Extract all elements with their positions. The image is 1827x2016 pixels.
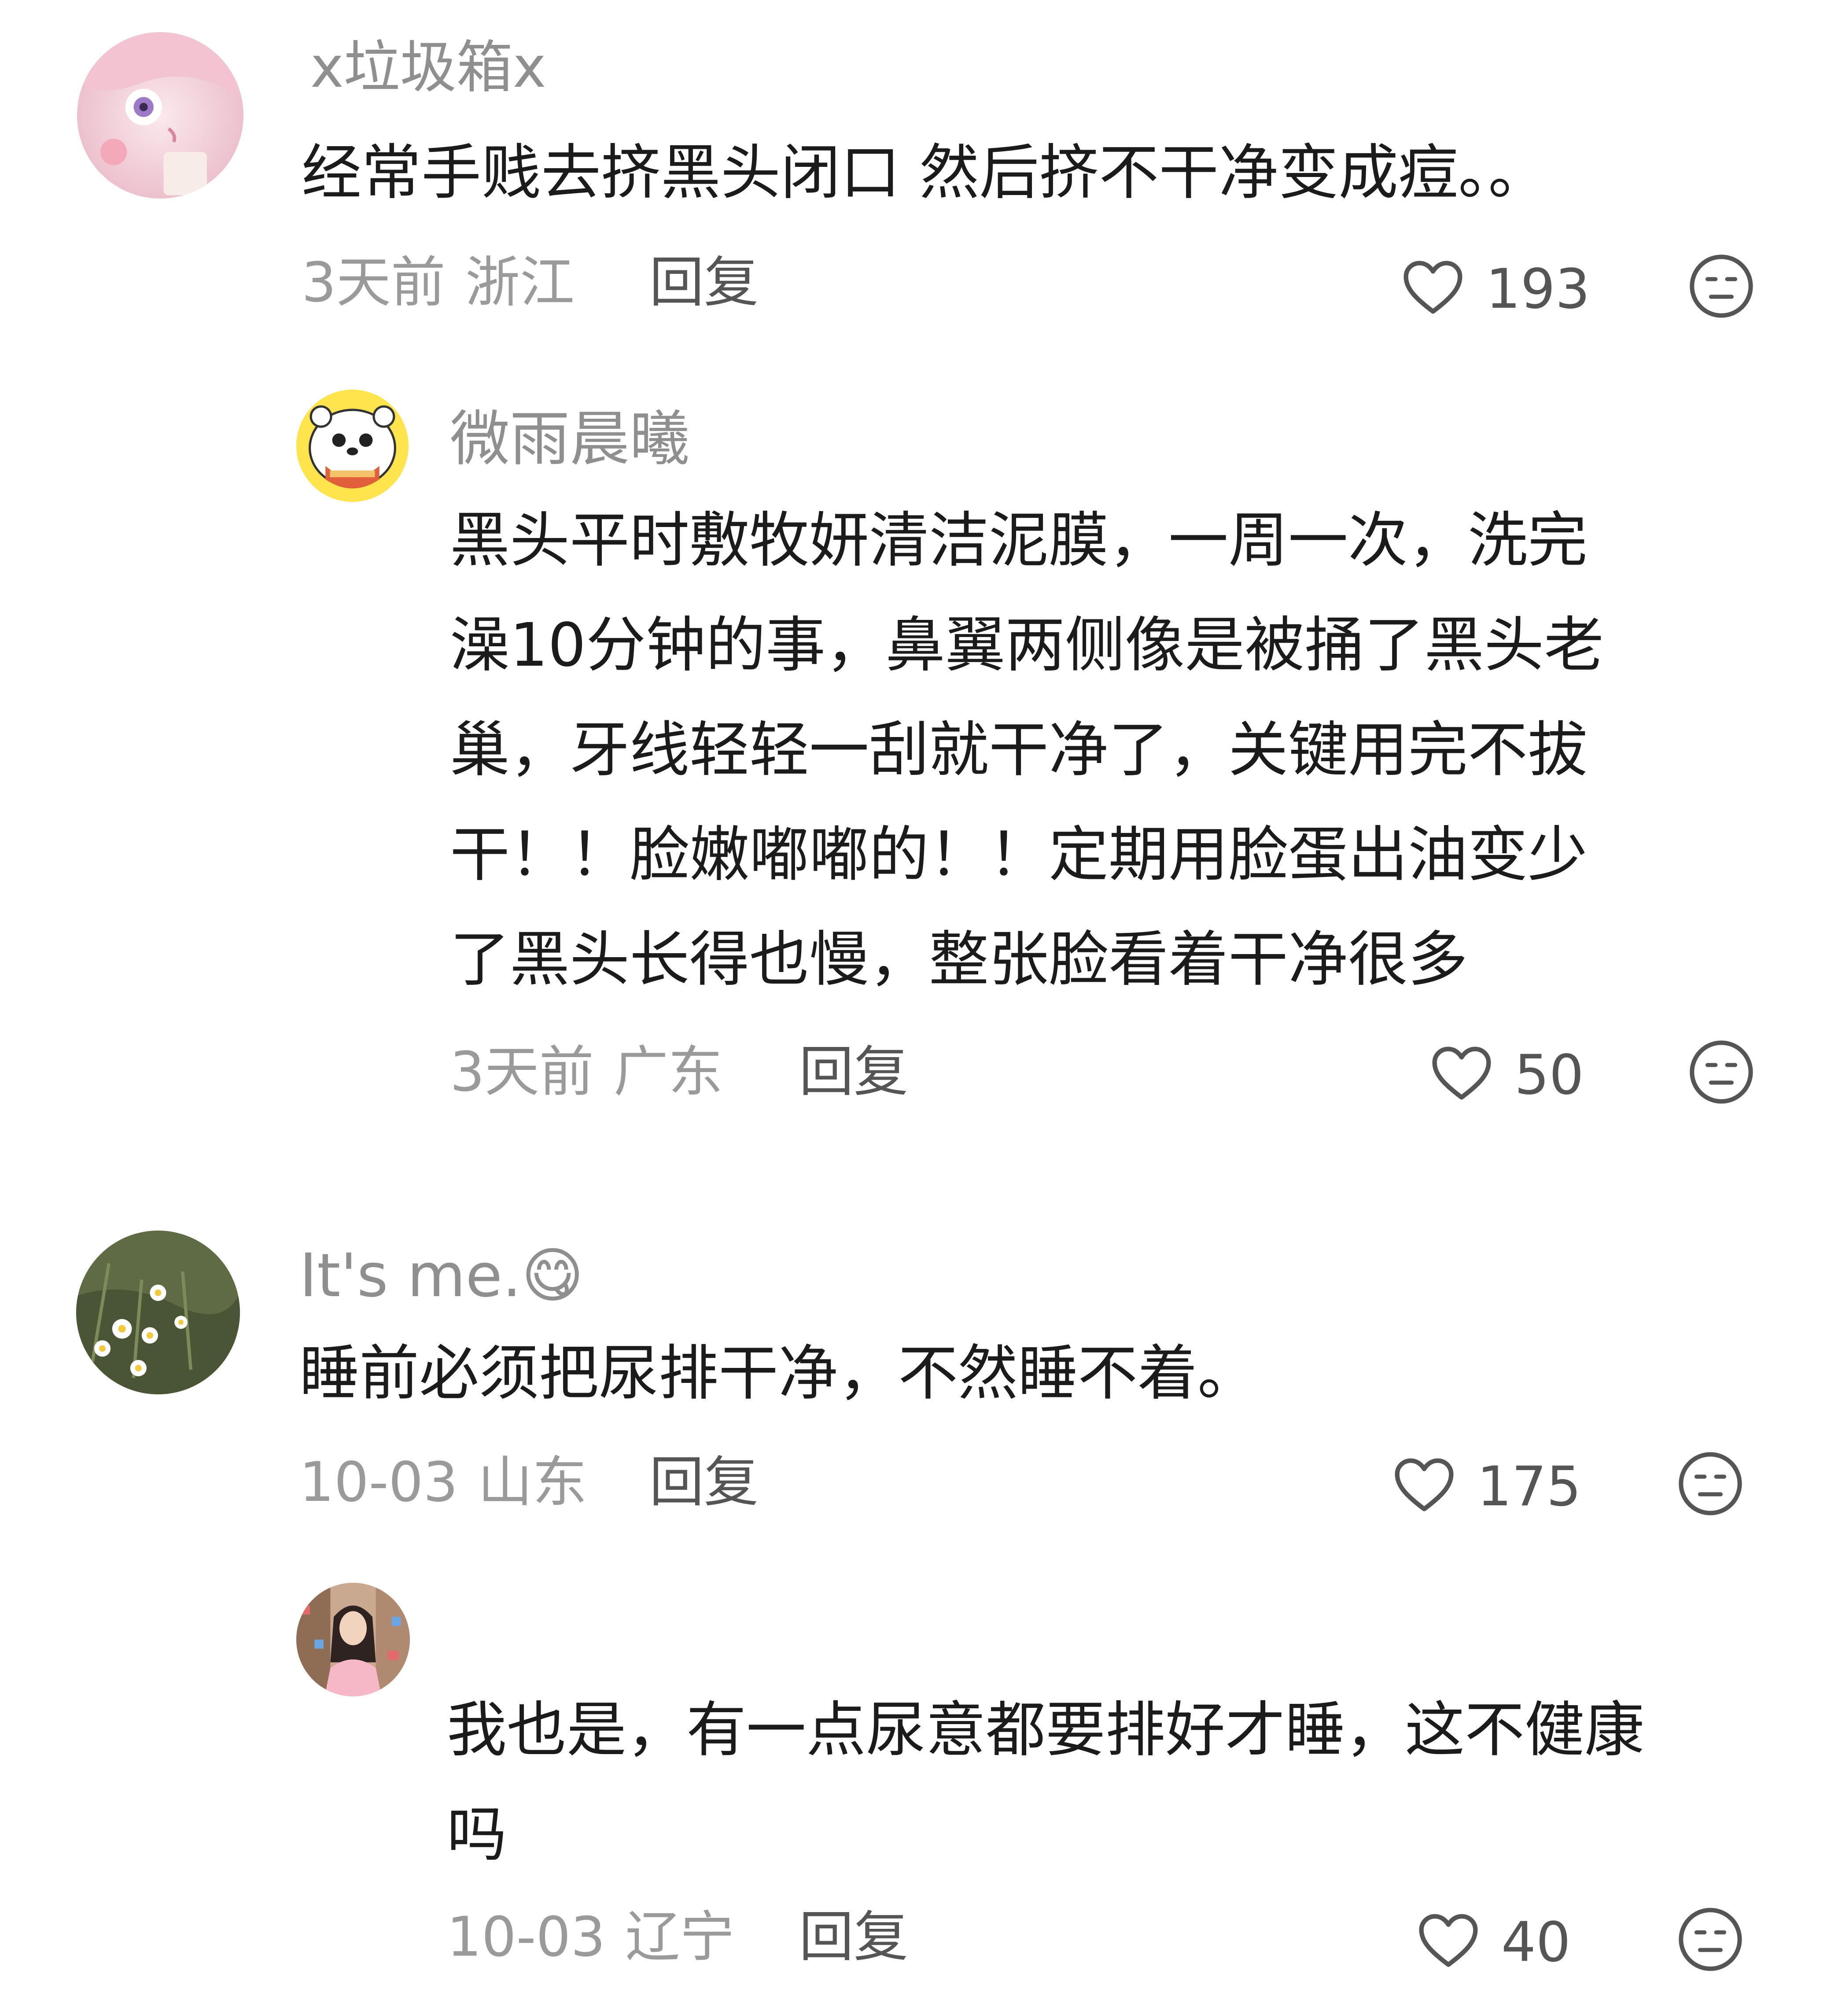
comment-username[interactable]: It's me.😋 [299, 1246, 584, 1306]
neutral-face-icon[interactable] [1686, 1037, 1757, 1107]
reply-button[interactable]: 回复 [799, 1045, 908, 1099]
reply-text-line: 黑头平时敷牧妍清洁泥膜，一周一次，洗完 [450, 506, 1588, 575]
reply-username[interactable]: 微雨晨曦 [450, 409, 689, 469]
reply-button[interactable]: 回复 [799, 1910, 908, 1964]
reply-location: 广东 [613, 1040, 723, 1104]
heart-icon[interactable] [1424, 1039, 1499, 1107]
like-count: 193 [1486, 258, 1590, 321]
reply-text-line: 了黑头长得也慢，整张脸看着干净很多 [450, 925, 1468, 995]
neutral-face-icon[interactable] [1675, 1904, 1746, 1975]
comment-meta: 3天前 浙江 [302, 255, 575, 310]
savoring-food-emoji: 😋 [521, 1241, 584, 1311]
comment-location: 浙江 [465, 251, 575, 314]
comment-text[interactable]: 经常手贱去挤黑头闭口 然后挤不干净变成痘。。 [302, 143, 1548, 203]
comment-text-line: 经常手贱去挤黑头闭口 然后挤不干净变成痘。。 [302, 138, 1548, 208]
reply-text-line: 吗 [447, 1800, 507, 1870]
avatar[interactable] [76, 1231, 240, 1394]
reply-time: 3天前 [450, 1040, 594, 1104]
avatar[interactable] [77, 32, 243, 199]
neutral-face-icon[interactable] [1686, 251, 1757, 321]
like-count: 40 [1501, 1911, 1571, 1974]
reply-text-line: 澡10分钟的事，鼻翼两侧像是被捅了黑头老 [450, 611, 1604, 680]
reply-button[interactable]: 回复 [649, 1455, 759, 1510]
reply-meta: 10-03 辽宁 [447, 1910, 734, 1964]
reply-text-line: 巢，牙线轻轻一刮就干净了，关键用完不拔 [450, 715, 1588, 785]
like-count: 175 [1477, 1455, 1581, 1518]
reply-text[interactable]: 我也是，有一点尿意都要排好才睡，这不健康 吗 [447, 1700, 1644, 1910]
avatar[interactable] [296, 1583, 410, 1696]
comment-text-line: 睡前必须把尿排干净，不然睡不着。 [299, 1339, 1257, 1408]
reply-text-line: 我也是，有一点尿意都要排好才睡，这不健康 [447, 1695, 1644, 1765]
comment-location: 山东 [478, 1451, 587, 1514]
comment-time: 3天前 [302, 251, 446, 314]
avatar[interactable] [296, 390, 409, 502]
reply-meta: 3天前 广东 [450, 1045, 723, 1099]
comment-text[interactable]: 睡前必须把尿排干净，不然睡不着。 [299, 1344, 1257, 1404]
reply-button[interactable]: 回复 [649, 255, 759, 310]
like-count: 50 [1514, 1043, 1584, 1107]
heart-icon[interactable] [1387, 1451, 1462, 1519]
reply-time: 10-03 [447, 1905, 606, 1969]
heart-icon[interactable] [1411, 1906, 1486, 1975]
comment-time: 10-03 [299, 1451, 458, 1514]
comment-username[interactable]: x垃圾箱x [310, 40, 546, 96]
comment-meta: 10-03 山东 [299, 1455, 587, 1510]
reply-text-line: 干！！脸嫩嘟嘟的！！定期用脸蛋出油变少 [450, 820, 1588, 890]
reply-location: 辽宁 [625, 1905, 735, 1969]
neutral-face-icon[interactable] [1675, 1448, 1746, 1519]
reply-text[interactable]: 黑头平时敷牧妍清洁泥膜，一周一次，洗完 澡10分钟的事，鼻翼两侧像是被捅了黑头老… [450, 511, 1604, 1035]
heart-icon[interactable] [1396, 253, 1470, 321]
